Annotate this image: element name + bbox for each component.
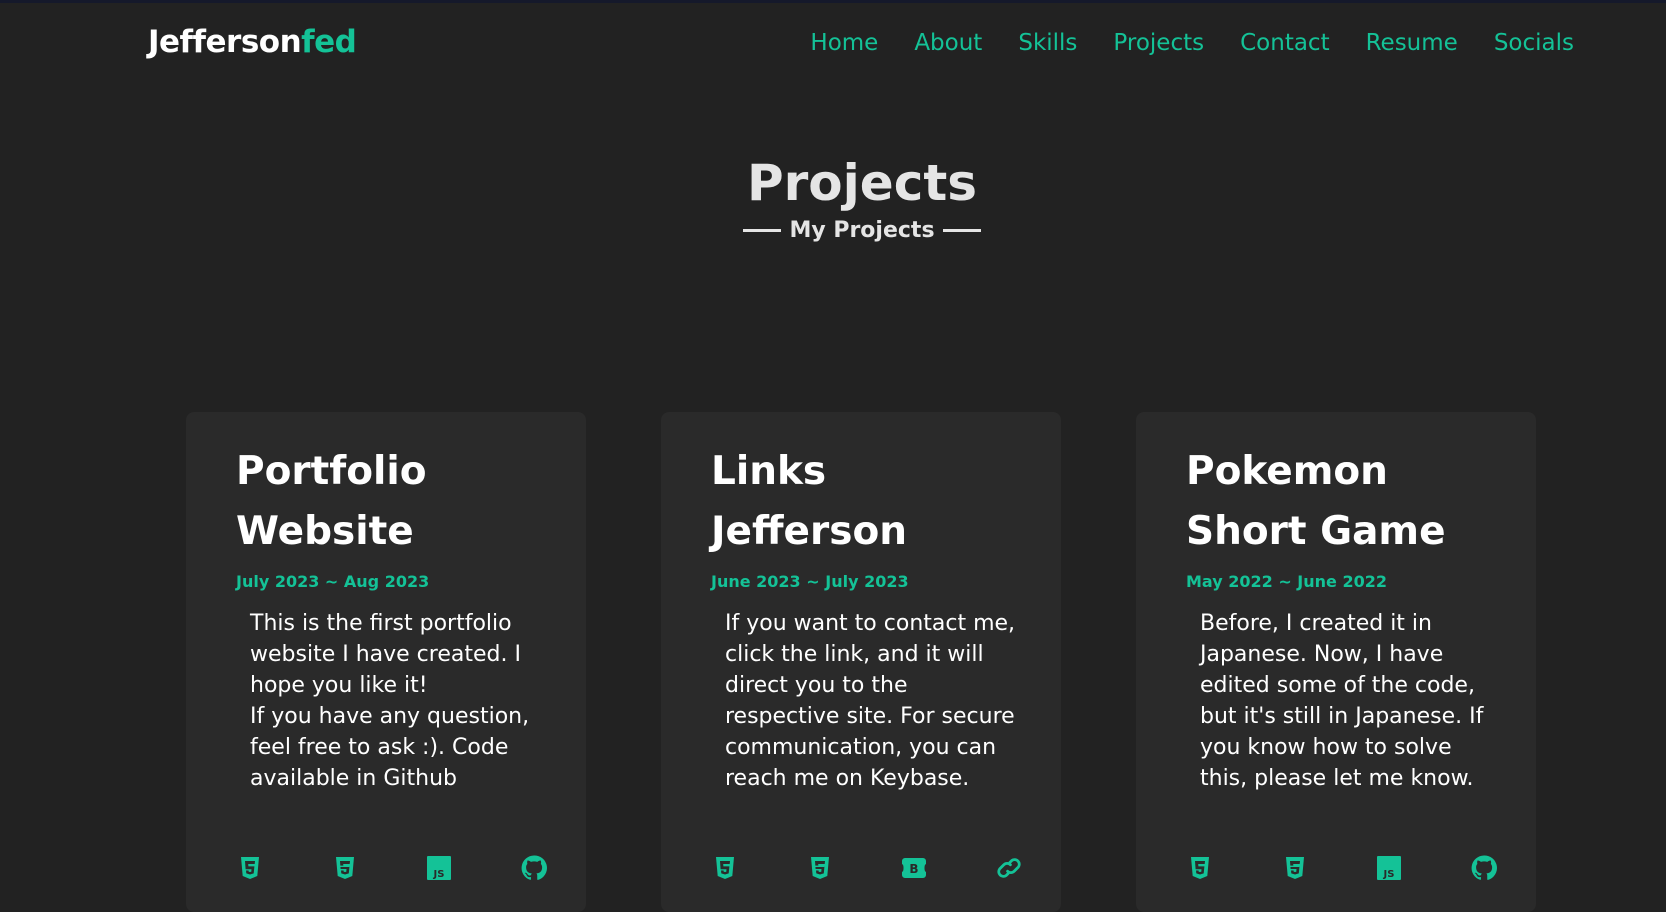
site-logo[interactable]: Jeffersonfed xyxy=(148,24,357,60)
html5-icon[interactable] xyxy=(1186,854,1214,882)
project-card: Pokemon Short Game May 2022 ~ June 2022 … xyxy=(1136,412,1536,912)
project-date: July 2023 ~ Aug 2023 xyxy=(236,572,430,591)
nav-home[interactable]: Home xyxy=(810,30,878,56)
project-title: Portfolio Website xyxy=(236,449,427,554)
logo-name: Jefferson xyxy=(148,24,302,60)
nav-resume[interactable]: Resume xyxy=(1366,30,1458,56)
nav-about[interactable]: About xyxy=(914,30,982,56)
main-nav: Home About Skills Projects Contact Resum… xyxy=(810,30,1574,56)
nav-contact[interactable]: Contact xyxy=(1240,30,1329,56)
tech-icons: JS xyxy=(236,854,548,882)
project-card: Links Jefferson June 2023 ~ July 2023 If… xyxy=(661,412,1061,912)
link-icon[interactable] xyxy=(995,854,1023,882)
github-icon[interactable] xyxy=(1470,854,1498,882)
bootstrap-icon[interactable]: B xyxy=(900,854,928,882)
description-line: This is the first portfolio website I ha… xyxy=(250,611,521,698)
project-date: June 2023 ~ July 2023 xyxy=(711,572,909,591)
nav-projects[interactable]: Projects xyxy=(1113,30,1204,56)
html5-icon[interactable] xyxy=(711,854,739,882)
description-line: Before, I created it in Japanese. Now, I… xyxy=(1200,611,1484,791)
svg-text:B: B xyxy=(910,862,919,876)
javascript-icon[interactable]: JS xyxy=(1375,854,1403,882)
subtitle-line-left xyxy=(743,229,782,232)
project-description: This is the first portfolio website I ha… xyxy=(250,608,550,794)
html5-icon[interactable] xyxy=(236,854,264,882)
tech-icons: JS xyxy=(1186,854,1498,882)
project-title: Links Jefferson xyxy=(711,449,908,554)
section-title: Projects xyxy=(746,154,977,212)
logo-accent: fed xyxy=(301,24,357,60)
nav-skills[interactable]: Skills xyxy=(1018,30,1077,56)
project-card: Portfolio Website July 2023 ~ Aug 2023 T… xyxy=(186,412,586,912)
project-date: May 2022 ~ June 2022 xyxy=(1186,572,1387,591)
subtitle-text: My Projects xyxy=(789,218,935,243)
description-line: If you want to contact me, click the lin… xyxy=(725,611,1016,791)
description-line: If you have any question, feel free to a… xyxy=(250,704,530,791)
css3-icon[interactable] xyxy=(331,854,359,882)
nav-socials[interactable]: Socials xyxy=(1494,30,1574,56)
project-description: Before, I created it in Japanese. Now, I… xyxy=(1200,608,1500,794)
svg-text:JS: JS xyxy=(1383,869,1395,880)
subtitle-line-right xyxy=(942,229,981,232)
tech-icons: B xyxy=(711,854,1023,882)
top-border xyxy=(0,0,1666,3)
project-description: If you want to contact me, click the lin… xyxy=(725,608,1025,794)
javascript-icon[interactable]: JS xyxy=(425,854,453,882)
section-subtitle: My Projects xyxy=(0,218,1666,243)
svg-text:JS: JS xyxy=(433,869,445,880)
css3-icon[interactable] xyxy=(806,854,834,882)
project-title: Pokemon Short Game xyxy=(1186,449,1446,554)
github-icon[interactable] xyxy=(520,854,548,882)
css3-icon[interactable] xyxy=(1281,854,1309,882)
